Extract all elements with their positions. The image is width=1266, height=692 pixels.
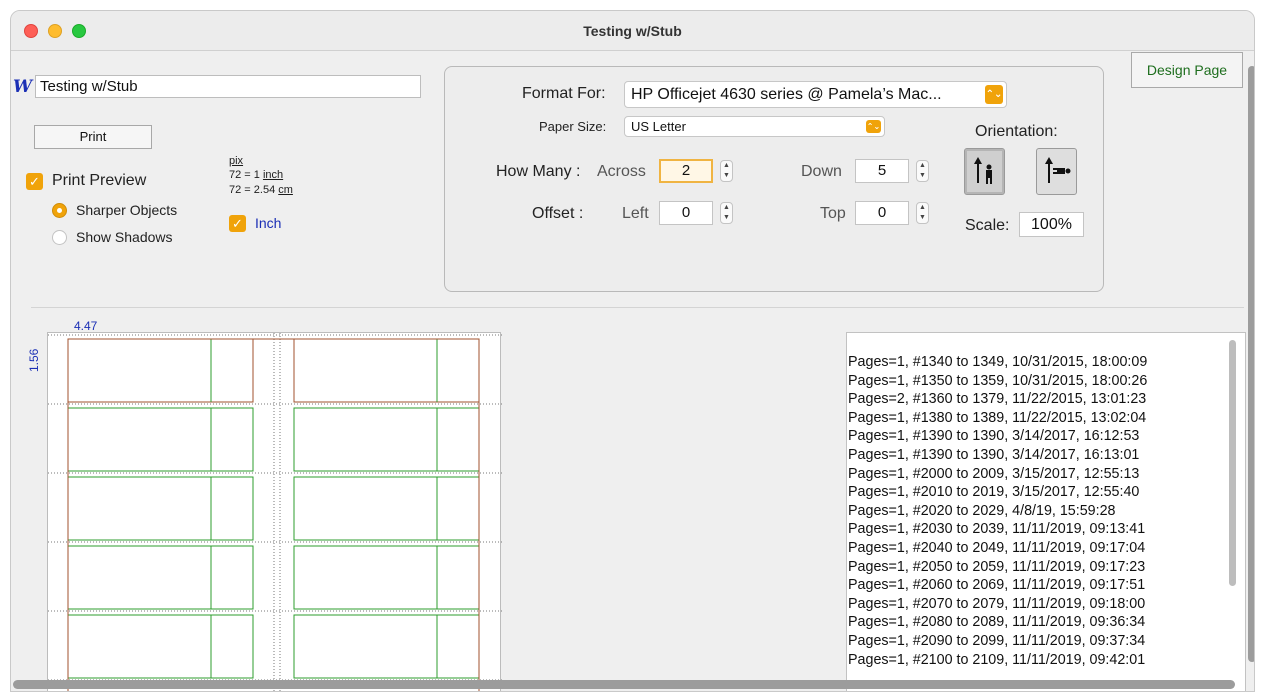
log-line: Pages=1, #2090 to 2099, 11/11/2019, 09:3… <box>848 632 1146 649</box>
log-line: Pages=1, #2030 to 2039, 11/11/2019, 09:1… <box>848 521 1146 538</box>
section-divider <box>31 307 1244 308</box>
show-shadows-label: Show Shadows <box>76 229 173 245</box>
format-for-value: HP Officejet 4630 series @ Pamela’s Mac.… <box>631 86 942 103</box>
top-offset-stepper[interactable]: ▲ ▼ <box>916 202 929 224</box>
ruler-height-label: 1.56 <box>27 348 41 372</box>
label-cell <box>293 614 480 679</box>
print-history-log[interactable]: Pages=1, #1340 to 1349, 10/31/2015, 18:0… <box>846 332 1246 691</box>
paper-size-popup[interactable]: US Letter ⌃⌄ <box>624 116 885 137</box>
left-offset-label: Left <box>622 205 649 222</box>
top-offset-label: Top <box>820 205 846 222</box>
log-line: Pages=1, #2070 to 2079, 11/11/2019, 09:1… <box>848 595 1146 612</box>
chevron-updown-icon: ⌃⌄ <box>866 120 881 133</box>
format-for-popup[interactable]: HP Officejet 4630 series @ Pamela’s Mac.… <box>624 81 1007 108</box>
cm-unit-text: cm <box>278 184 293 196</box>
left-offset-stepper[interactable]: ▲ ▼ <box>720 202 733 224</box>
log-line: Pages=1, #1350 to 1359, 10/31/2015, 18:0… <box>848 372 1148 389</box>
inch-label: Inch <box>255 215 282 231</box>
print-button[interactable]: Print <box>34 125 152 149</box>
log-lines: Pages=1, #1340 to 1349, 10/31/2015, 18:0… <box>848 353 1147 669</box>
across-label: Across <box>597 163 646 180</box>
label-cell <box>67 476 254 541</box>
log-line: Pages=1, #1380 to 1389, 11/22/2015, 13:0… <box>848 409 1147 426</box>
label-cell <box>67 407 254 472</box>
label-cell <box>67 545 254 610</box>
landscape-orientation-button[interactable] <box>1036 148 1077 195</box>
document-name-field[interactable] <box>35 75 421 98</box>
label-cell <box>293 545 480 610</box>
down-stepper[interactable]: ▲ ▼ <box>916 160 929 182</box>
scale-field[interactable]: 100% <box>1019 212 1084 237</box>
log-line: Pages=1, #2080 to 2089, 11/11/2019, 09:3… <box>848 614 1146 631</box>
down-field[interactable]: 5 <box>855 159 909 183</box>
cm-conversion-text: 72 = 2.54 <box>229 184 279 196</box>
units-pix-label: pix <box>229 155 244 167</box>
log-line: Pages=1, #2040 to 2049, 11/11/2019, 09:1… <box>848 539 1146 556</box>
portrait-orientation-button[interactable] <box>964 148 1005 195</box>
across-stepper[interactable]: ▲ ▼ <box>720 160 733 182</box>
log-line: Pages=1, #1340 to 1349, 10/31/2015, 18:0… <box>848 354 1148 370</box>
log-line: Pages=2, #1360 to 1379, 11/22/2015, 13:0… <box>848 391 1147 408</box>
window-title: Testing w/Stub <box>583 23 682 39</box>
label-cell <box>67 338 254 403</box>
window-vertical-scrollbar[interactable] <box>1248 66 1254 662</box>
title-bar[interactable]: Testing w/Stub <box>11 11 1254 51</box>
design-page-button[interactable]: Design Page <box>1131 52 1243 88</box>
landscape-icon <box>1045 157 1071 183</box>
chevron-updown-icon: ⌃⌄ <box>985 85 1003 104</box>
log-scrollbar[interactable] <box>1229 340 1236 586</box>
log-line: Pages=1, #2100 to 2109, 11/11/2019, 09:4… <box>848 651 1146 668</box>
log-line: Pages=1, #2020 to 2029, 4/8/19, 15:59:28 <box>848 502 1116 519</box>
top-offset-field[interactable]: 0 <box>855 201 909 225</box>
sharper-objects-radio[interactable] <box>52 203 67 218</box>
log-line: Pages=1, #1390 to 1390, 3/14/2017, 16:12… <box>848 428 1140 445</box>
window-horizontal-scrollbar[interactable] <box>13 680 1235 689</box>
log-line: Pages=1, #2010 to 2019, 3/15/2017, 12:55… <box>848 484 1140 501</box>
across-field[interactable]: 2 <box>659 159 713 183</box>
paper-size-label: Paper Size: <box>539 119 607 134</box>
inch-unit-text: inch <box>262 169 284 181</box>
log-line: Pages=1, #2060 to 2069, 11/11/2019, 09:1… <box>848 577 1146 594</box>
label-grid <box>48 333 502 691</box>
down-label: Down <box>801 163 842 180</box>
main-content: W Print ✓ Print Preview Sharper Objects … <box>11 52 1254 691</box>
page-preview[interactable] <box>47 332 502 691</box>
inch-conversion-text: 72 = 1 <box>229 169 263 181</box>
units-inch-conversion: 72 = 1 inch <box>229 169 283 181</box>
label-cell <box>293 476 480 541</box>
label-cell <box>293 338 480 403</box>
document-icon: W <box>13 77 33 97</box>
inch-checkbox[interactable]: ✓ <box>229 215 246 232</box>
print-settings-panel: Format For: HP Officejet 4630 series @ P… <box>444 66 1104 292</box>
log-line: Pages=1, #2050 to 2059, 11/11/2019, 09:1… <box>848 558 1146 575</box>
offset-label: Offset : <box>532 205 584 222</box>
orientation-label: Orientation: <box>975 123 1058 140</box>
log-line: Pages=1, #1390 to 1390, 3/14/2017, 16:13… <box>848 446 1140 463</box>
portrait-icon <box>974 157 992 184</box>
how-many-label: How Many : <box>496 163 581 180</box>
print-preview-label: Print Preview <box>52 172 147 189</box>
scale-label: Scale: <box>965 217 1010 234</box>
sharper-objects-label: Sharper Objects <box>76 202 178 218</box>
log-line: Pages=1, #2000 to 2009, 3/15/2017, 12:55… <box>848 465 1140 482</box>
left-offset-field[interactable]: 0 <box>659 201 713 225</box>
format-for-label: Format For: <box>522 85 606 102</box>
show-shadows-radio[interactable] <box>52 230 67 245</box>
paper-size-value: US Letter <box>631 119 686 134</box>
ruler-width-label: 4.47 <box>74 319 98 333</box>
print-preview-checkbox[interactable]: ✓ <box>26 173 43 190</box>
label-cell <box>67 614 254 679</box>
units-cm-conversion: 72 = 2.54 cm <box>229 184 293 196</box>
app-window: Testing w/Stub W Print ✓ Print Preview S… <box>10 10 1255 692</box>
label-cell <box>293 407 480 472</box>
